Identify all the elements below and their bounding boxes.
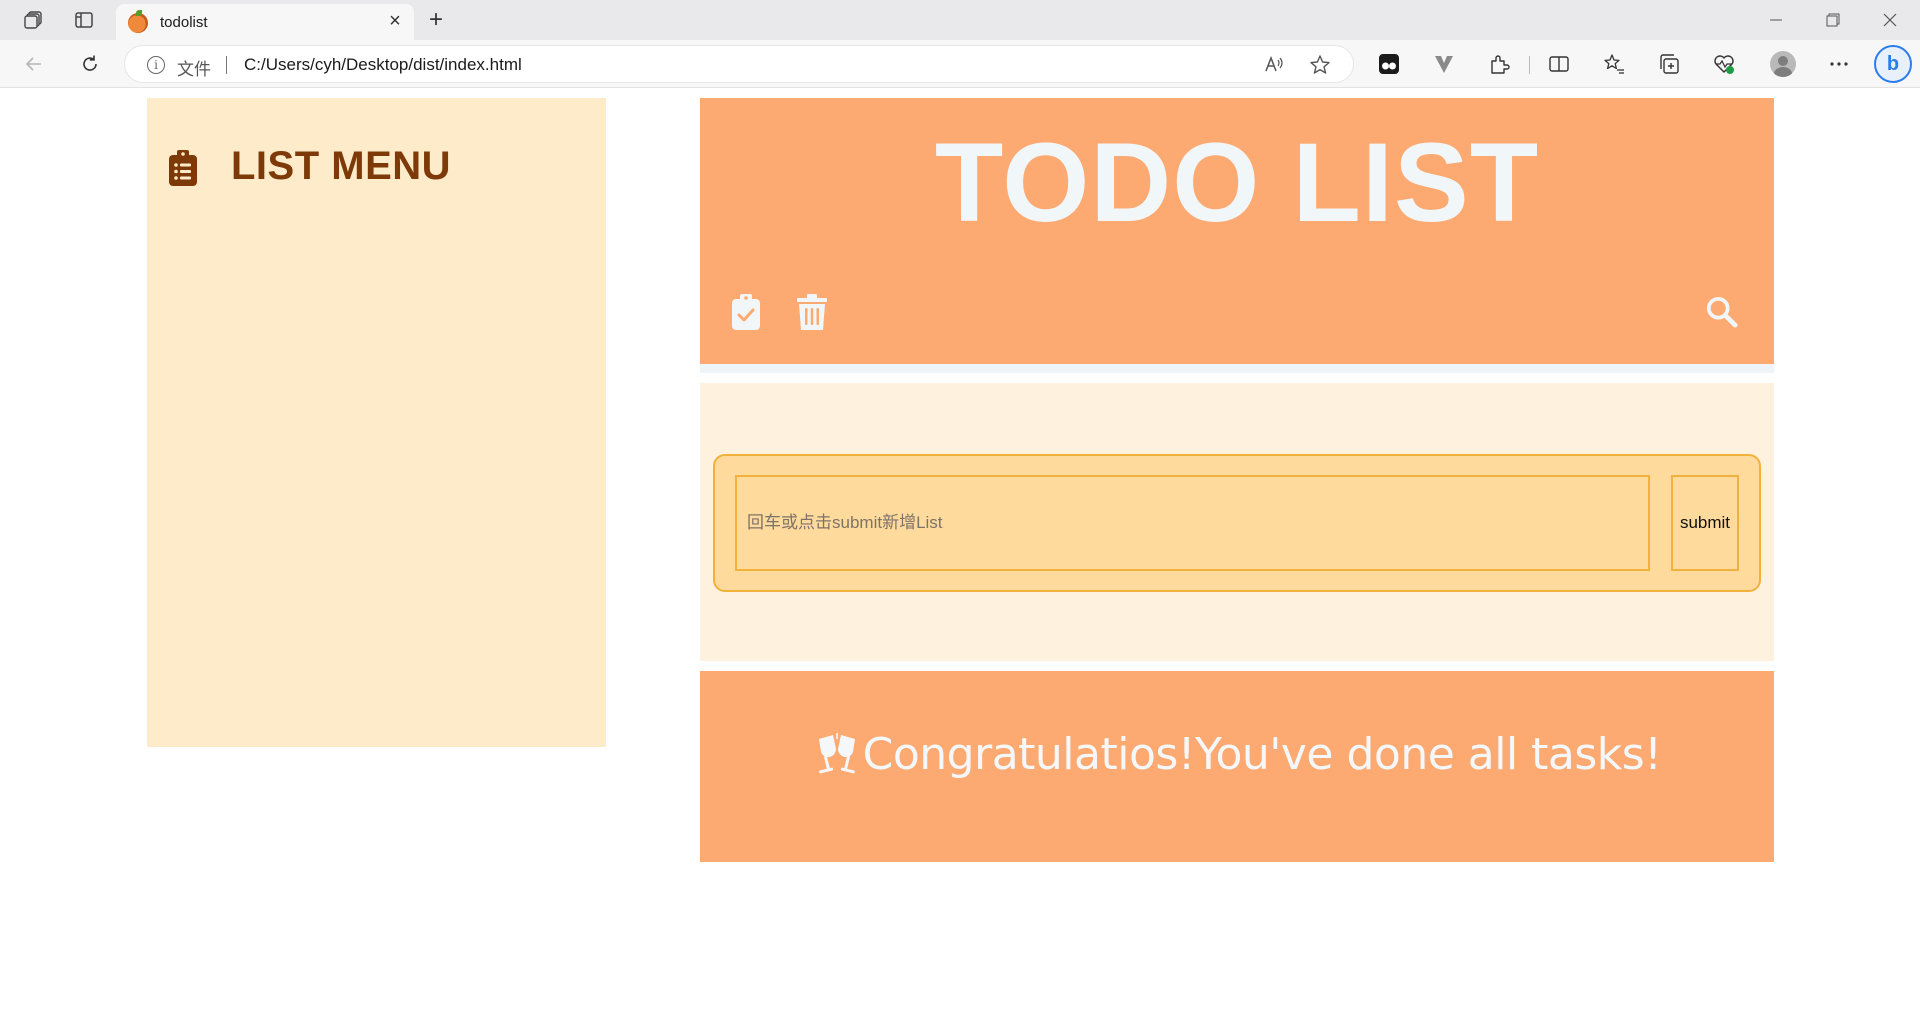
champagne-glasses-icon — [813, 732, 861, 777]
v-extension-icon[interactable] — [1431, 51, 1457, 77]
bing-copilot-icon[interactable]: b — [1874, 45, 1912, 83]
completion-message-row: Congratulatios!You've done all tasks! — [700, 729, 1774, 780]
workspaces-icon[interactable] — [20, 8, 46, 32]
collections-icon[interactable] — [1656, 51, 1682, 77]
search-icon[interactable] — [1706, 294, 1738, 330]
close-window-icon[interactable] — [1870, 6, 1910, 34]
url-text[interactable]: C:/Users/cyh/Desktop/dist/index.html — [244, 55, 522, 75]
browser-tab-bar: todolist × + — [0, 0, 1920, 40]
browser-toolbar: i 文件 C:/Users/cyh/Desktop/dist/index.htm… — [0, 40, 1920, 88]
browser-essentials-icon[interactable] — [1711, 51, 1737, 77]
clipboard-list-icon — [169, 150, 197, 186]
trash-icon[interactable] — [796, 294, 828, 330]
new-list-input[interactable] — [735, 475, 1650, 571]
tab-title: todolist — [160, 14, 208, 31]
add-list-form: submit — [713, 454, 1761, 592]
completion-section: Congratulatios!You've done all tasks! — [700, 671, 1774, 862]
page-viewport: LIST MENU TODO LIST 回车或点击submit新增List su… — [6, 89, 1914, 1015]
favorite-star-icon[interactable] — [1309, 54, 1331, 76]
new-tab-icon[interactable]: + — [422, 6, 450, 34]
tab-todolist[interactable]: todolist × — [116, 4, 414, 40]
vertical-tabs-icon[interactable] — [71, 8, 97, 32]
extensions-icon[interactable] — [1486, 51, 1512, 77]
header-divider — [700, 364, 1774, 373]
more-icon[interactable] — [1826, 51, 1852, 77]
favorites-icon[interactable] — [1601, 51, 1627, 77]
input-section: submit — [700, 383, 1774, 661]
completion-message: Congratulatios!You've done all tasks! — [862, 729, 1662, 780]
orange-favicon-icon — [128, 10, 148, 33]
clipboard-check-icon[interactable] — [730, 294, 762, 330]
split-screen-icon[interactable] — [1546, 51, 1572, 77]
address-bar[interactable]: i 文件 C:/Users/cyh/Desktop/dist/index.htm… — [124, 45, 1354, 83]
file-label: 文件 — [177, 60, 211, 79]
profile-avatar[interactable] — [1770, 51, 1796, 77]
minimize-icon[interactable] — [1756, 6, 1796, 34]
submit-button[interactable]: submit — [1671, 475, 1739, 571]
back-icon[interactable] — [20, 50, 48, 78]
refresh-icon[interactable] — [76, 50, 104, 78]
list-menu-sidebar: LIST MENU — [147, 98, 606, 747]
read-aloud-icon[interactable] — [1263, 54, 1285, 76]
info-icon[interactable]: i — [147, 56, 165, 74]
restore-icon[interactable] — [1813, 6, 1853, 34]
todo-header: TODO LIST — [700, 98, 1774, 364]
toolbar-divider — [1529, 56, 1530, 74]
tampermonkey-icon[interactable] — [1376, 51, 1402, 77]
page-title: TODO LIST — [934, 120, 1540, 245]
sidebar-title: LIST MENU — [231, 144, 452, 188]
close-tab-icon[interactable]: × — [384, 10, 406, 32]
address-divider — [226, 56, 227, 74]
